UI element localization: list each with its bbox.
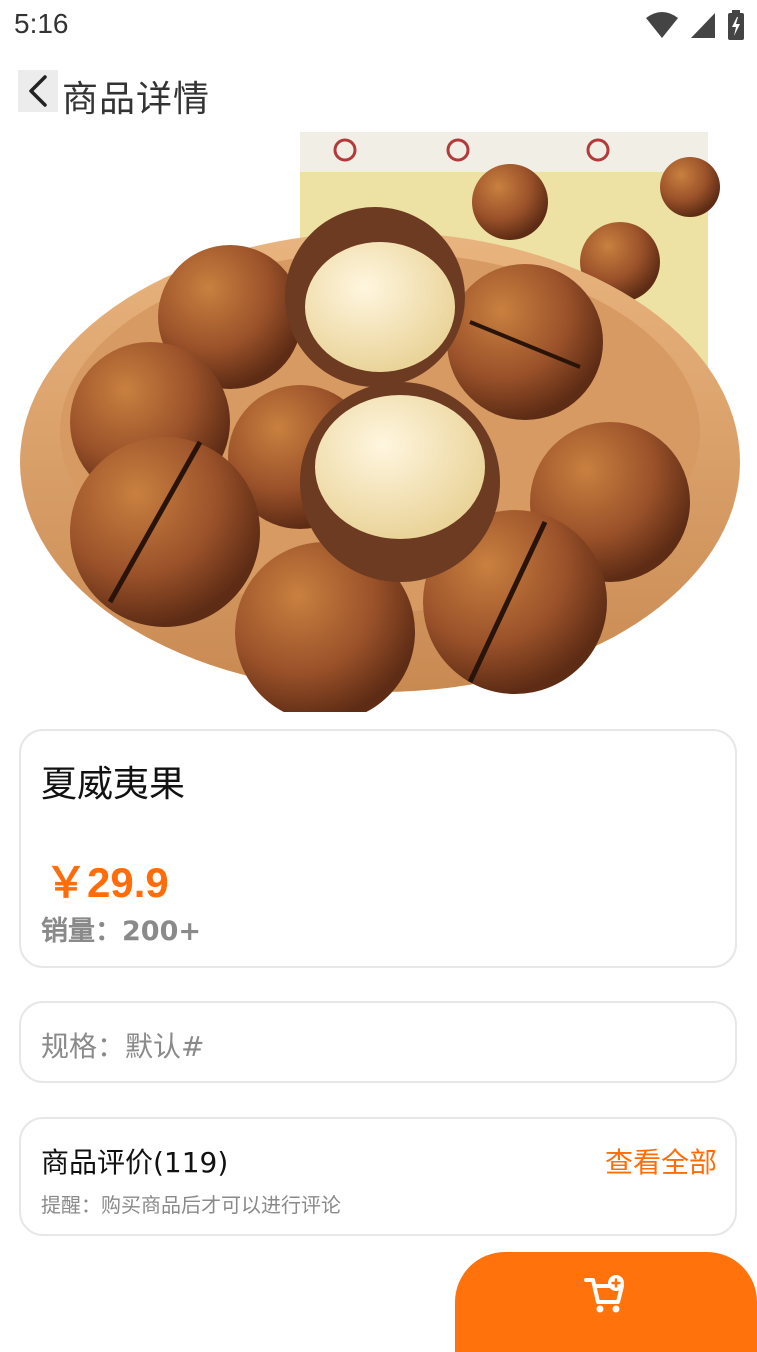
wifi-icon [646,12,678,38]
status-bar: 5:16 [0,0,757,52]
product-price: ￥29.9 [45,859,169,906]
product-image [0,132,757,712]
view-all-reviews-link[interactable]: 查看全部 [605,1141,717,1181]
page-title: 商品详情 [62,79,211,120]
back-button[interactable] [18,70,58,112]
status-icons [645,10,745,40]
product-name: 夏威夷果 [41,764,186,805]
add-to-cart-button[interactable] [455,1252,757,1352]
macadamia-nuts-photo [0,132,757,712]
add-to-cart-icon [584,1275,624,1313]
spec-card[interactable]: 规格：默认# [19,1001,737,1083]
signal-icon [691,13,715,38]
battery-charging-icon [728,10,744,40]
title-bar: 商品详情 [0,62,757,126]
sales-count: 销量：200+ [41,916,201,947]
reviews-card: 商品评价(119) 查看全部 提醒：购买商品后才可以进行评论 [19,1117,737,1236]
spec-label: 规格：默认# [41,1030,205,1063]
product-info-card: 夏威夷果 ￥29.9 销量：200+ [19,729,737,968]
chevron-left-icon [29,75,47,107]
reviews-tip: 提醒：购买商品后才可以进行评论 [41,1193,341,1217]
reviews-title: 商品评价(119) [41,1146,229,1179]
status-time: 5:16 [14,8,69,39]
